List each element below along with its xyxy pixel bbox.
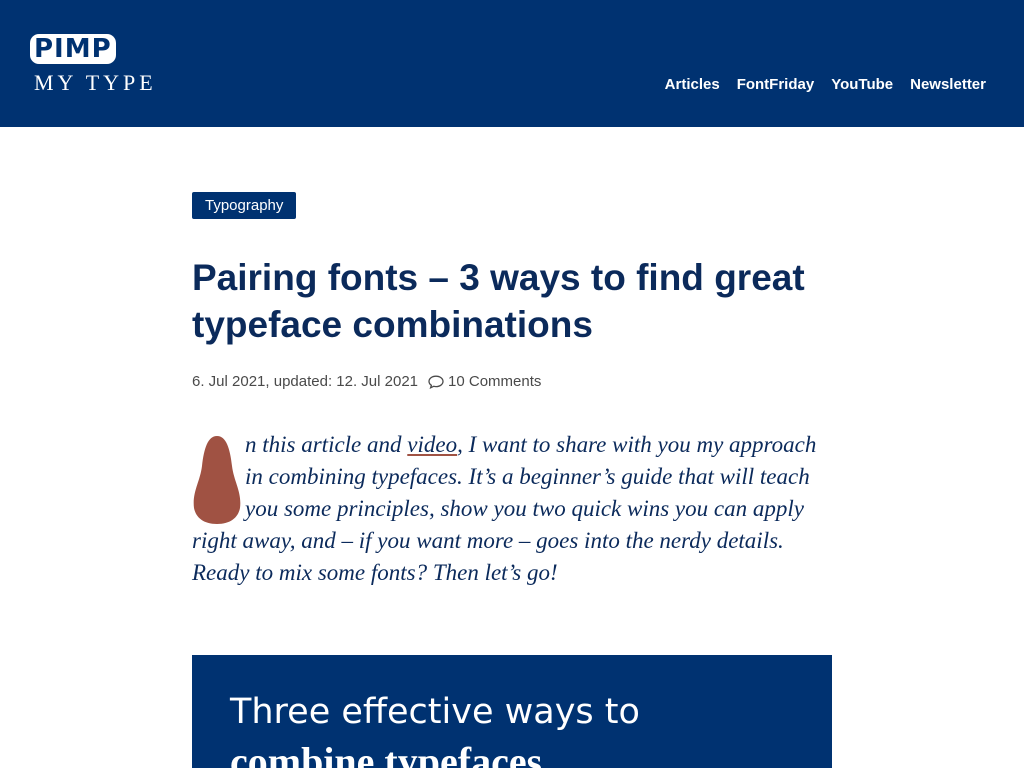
nav-item-newsletter[interactable]: Newsletter (910, 75, 986, 95)
logo-wordmark-bottom: MY TYPE (34, 70, 157, 95)
dropcap-shape: I (193, 436, 241, 524)
site-header: PIMP MY TYPE Articles FontFriday YouTube… (0, 0, 1024, 127)
comment-icon (428, 375, 444, 389)
nav-item-articles[interactable]: Articles (665, 75, 720, 95)
site-logo[interactable]: PIMP MY TYPE (30, 33, 180, 97)
video-link[interactable]: video (407, 432, 457, 457)
category-tag[interactable]: Typography (192, 192, 297, 219)
hero-line-2: combine typefaces (230, 739, 543, 768)
article-intro: I n this article and video, I want to sh… (192, 429, 837, 589)
hero-line-1: Three effective ways to (230, 692, 640, 732)
main-nav: Articles FontFriday YouTube Newsletter (648, 75, 986, 95)
article-title: Pairing fonts – 3 ways to find great typ… (192, 257, 805, 345)
nav-item-youtube[interactable]: YouTube (831, 75, 893, 95)
logo-wordmark-top: PIMP (30, 33, 119, 65)
article-dates: 6. Jul 2021, updated: 12. Jul 2021 (192, 373, 419, 390)
hero-image: Three effective ways to combine typeface… (192, 655, 832, 768)
comments-link[interactable]: 10 Comments (448, 373, 541, 391)
intro-text-start: n this article and (245, 432, 408, 457)
nav-item-fontfriday[interactable]: FontFriday (737, 75, 815, 95)
logo-top-text: PIMP (30, 34, 116, 64)
article-meta: 6. Jul 2021, updated: 12. Jul 2021 10 Co… (192, 373, 541, 391)
